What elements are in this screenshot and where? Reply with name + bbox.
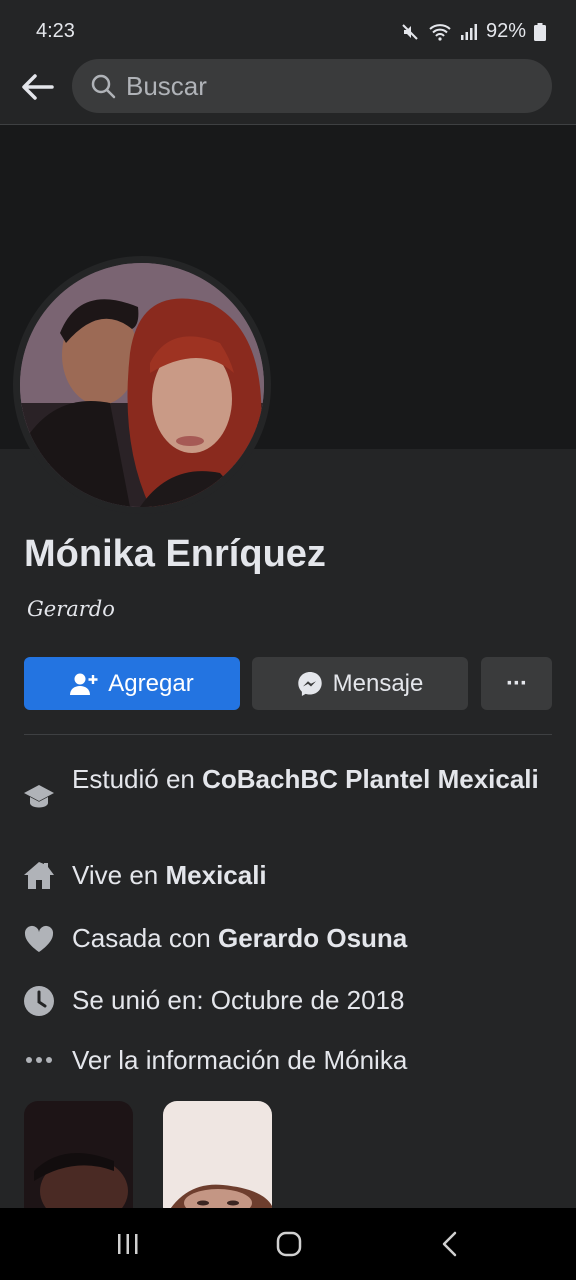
info-relationship: Casada con Gerardo Osuna xyxy=(72,923,408,953)
system-back-button[interactable] xyxy=(440,1231,460,1262)
battery-percent: 92% xyxy=(485,20,526,42)
graduation-cap-icon xyxy=(22,779,56,813)
recent-apps-icon xyxy=(118,1234,138,1254)
recent-apps-button[interactable] xyxy=(116,1232,140,1261)
battery-icon xyxy=(534,22,546,41)
home-icon xyxy=(22,858,56,892)
wifi-icon xyxy=(429,23,451,41)
section-divider xyxy=(24,734,552,735)
location-link[interactable]: Mexicali xyxy=(165,860,266,890)
status-icons: 92% xyxy=(400,20,546,43)
heart-icon xyxy=(22,922,56,956)
partner-link[interactable]: Gerardo Osuna xyxy=(218,923,407,953)
mute-icon xyxy=(402,23,418,40)
search-input[interactable]: Buscar xyxy=(72,59,552,113)
system-navigation-bar xyxy=(0,1208,576,1280)
add-friend-button[interactable]: Agregar xyxy=(24,657,240,710)
status-time: 4:23 xyxy=(36,20,75,42)
back-button[interactable] xyxy=(18,68,56,106)
message-label: Mensaje xyxy=(332,669,424,697)
home-circle-icon xyxy=(276,1231,302,1257)
see-info-link[interactable]: Ver la información de Mónika xyxy=(72,1044,542,1077)
profile-bio: Gerardo xyxy=(27,597,115,621)
message-button[interactable]: Mensaje xyxy=(252,657,468,710)
more-info-dots-icon xyxy=(22,1043,56,1077)
messenger-icon xyxy=(297,671,322,696)
add-friend-label: Agregar xyxy=(108,669,194,697)
search-placeholder: Buscar xyxy=(126,70,207,101)
profile-avatar[interactable] xyxy=(20,263,264,507)
clock-icon xyxy=(22,984,56,1018)
home-button[interactable] xyxy=(276,1231,302,1262)
chevron-left-icon xyxy=(442,1231,457,1257)
search-icon xyxy=(91,74,116,99)
info-joined: Se unió en: Octubre de 2018 xyxy=(72,985,405,1015)
profile-name: Mónika Enríquez xyxy=(24,533,326,575)
education-link[interactable]: CoBachBC Plantel Mexicali xyxy=(202,764,539,794)
photo-thumbnail[interactable] xyxy=(163,1101,272,1221)
more-dots-icon: ··· xyxy=(506,669,528,697)
more-options-button[interactable]: ··· xyxy=(481,657,552,710)
add-friend-icon xyxy=(70,673,98,695)
info-education: Estudió en CoBachBC Plantel Mexicali xyxy=(72,764,539,794)
arrow-left-icon xyxy=(22,74,54,100)
info-location: Vive en Mexicali xyxy=(72,860,267,890)
photo-thumbnail[interactable] xyxy=(24,1101,133,1221)
signal-icon xyxy=(460,23,477,40)
